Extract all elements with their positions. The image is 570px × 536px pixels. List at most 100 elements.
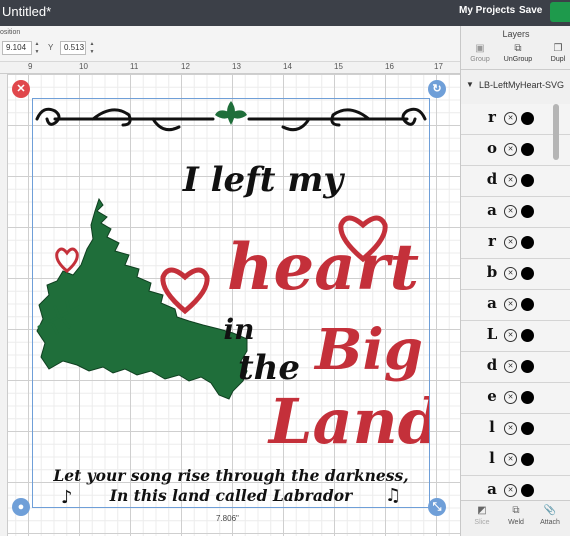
visibility-icon[interactable]: ✕	[504, 112, 517, 125]
visibility-icon[interactable]: ✕	[504, 143, 517, 156]
ruler-tick: 12	[181, 62, 190, 71]
layer-color-swatch[interactable]	[521, 422, 534, 435]
slice-icon: ◩	[477, 505, 487, 516]
slice-button[interactable]: ◩ Slice	[467, 505, 497, 526]
ruler-tick: 9	[28, 62, 33, 71]
left-ruler	[0, 74, 8, 536]
layers-title: Layers	[502, 29, 530, 39]
visibility-icon[interactable]: ✕	[504, 298, 517, 311]
visibility-icon[interactable]: ✕	[504, 360, 517, 373]
layer-color-swatch[interactable]	[521, 360, 534, 373]
layer-color-swatch[interactable]	[521, 236, 534, 249]
x-position-input[interactable]: 9.104	[2, 41, 32, 55]
layers-bottom-toolbar: ◩ Slice ⧉ Weld 📎 Attach	[461, 500, 570, 536]
duplicate-label: Dupl	[550, 56, 566, 63]
layer-color-swatch[interactable]	[521, 298, 534, 311]
ruler-tick: 10	[79, 62, 88, 71]
layer-color-swatch[interactable]	[521, 112, 534, 125]
layer-glyph: l	[489, 418, 495, 436]
collapse-arrow-icon[interactable]: ▼	[466, 80, 474, 89]
layer-glyph: a	[487, 201, 497, 219]
group-icon: ▣	[475, 43, 485, 54]
visibility-icon[interactable]: ✕	[504, 267, 517, 280]
duplicate-button[interactable]: ❐ Dupl	[541, 42, 570, 70]
layer-glyph: d	[486, 170, 498, 188]
rotate-handle-icon[interactable]: ↻	[428, 80, 446, 98]
top-bar: Untitled* My Projects Save	[0, 0, 570, 26]
ruler-tick: 16	[385, 62, 394, 71]
layer-row[interactable]: e ✕	[461, 383, 570, 414]
make-it-button[interactable]	[550, 2, 570, 22]
layer-row[interactable]: r ✕	[461, 228, 570, 259]
layer-group-header[interactable]: ▼ LB-LeftMyHeart-SVG	[461, 78, 570, 96]
group-label: Group	[470, 56, 490, 63]
layer-glyph: b	[486, 263, 498, 281]
layer-color-swatch[interactable]	[521, 205, 534, 218]
visibility-icon[interactable]: ✕	[504, 236, 517, 249]
my-projects-link[interactable]: My Projects	[459, 5, 515, 16]
visibility-icon[interactable]: ✕	[504, 205, 517, 218]
weld-button[interactable]: ⧉ Weld	[501, 505, 531, 526]
ruler-tick: 15	[334, 62, 343, 71]
save-button[interactable]: Save	[519, 5, 542, 16]
group-button[interactable]: ▣ Group	[463, 42, 497, 70]
layer-glyph: a	[487, 480, 497, 498]
x-stepper[interactable]: ▲ ▼	[33, 40, 41, 56]
lock-handle-icon[interactable]: ●	[12, 498, 30, 516]
design-canvas[interactable]: 9 10 11 12 13 14 15 16 17 I left my hear…	[0, 62, 460, 536]
ruler-tick: 13	[232, 62, 241, 71]
layer-row[interactable]: b ✕	[461, 259, 570, 290]
layer-color-swatch[interactable]	[521, 143, 534, 156]
top-ruler: 9 10 11 12 13 14 15 16 17	[0, 62, 460, 74]
layers-scrollbar[interactable]	[553, 104, 559, 160]
slice-label: Slice	[474, 519, 490, 526]
layer-row[interactable]: d ✕	[461, 166, 570, 197]
layer-glyph: e	[487, 387, 497, 405]
visibility-icon[interactable]: ✕	[504, 174, 517, 187]
layer-row[interactable]: a ✕	[461, 197, 570, 228]
delete-handle-icon[interactable]: ✕	[12, 80, 30, 98]
layer-color-swatch[interactable]	[521, 484, 534, 497]
weld-label: Weld	[508, 519, 524, 526]
layer-color-swatch[interactable]	[521, 267, 534, 280]
layer-color-swatch[interactable]	[521, 174, 534, 187]
layer-glyph: o	[486, 139, 497, 157]
layer-row[interactable]: a ✕	[461, 290, 570, 321]
layers-panel: Layers ▣ Group ⧉ UnGroup ❐ Dupl ▼ LB-Lef…	[460, 26, 570, 536]
layer-color-swatch[interactable]	[521, 329, 534, 342]
width-dimension-label: 7.806"	[216, 514, 239, 523]
attach-button[interactable]: 📎 Attach	[535, 505, 565, 526]
ungroup-button[interactable]: ⧉ UnGroup	[501, 42, 535, 70]
layer-row[interactable]: d ✕	[461, 352, 570, 383]
ruler-tick: 17	[434, 62, 443, 71]
visibility-icon[interactable]: ✕	[504, 391, 517, 404]
layer-color-swatch[interactable]	[521, 453, 534, 466]
layer-glyph: r	[488, 108, 496, 126]
visibility-icon[interactable]: ✕	[504, 484, 517, 497]
scale-handle-icon[interactable]: ⤡	[428, 498, 446, 516]
duplicate-icon: ❐	[553, 43, 563, 54]
visibility-icon[interactable]: ✕	[504, 453, 517, 466]
layer-color-swatch[interactable]	[521, 391, 534, 404]
project-title: Untitled*	[2, 4, 52, 19]
y-stepper[interactable]: ▲ ▼	[88, 40, 96, 56]
layer-row[interactable]: l ✕	[461, 414, 570, 445]
ungroup-label: UnGroup	[503, 56, 533, 63]
layer-row[interactable]: l ✕	[461, 445, 570, 476]
y-position-input[interactable]: 0.513	[60, 41, 86, 55]
layer-row[interactable]: L ✕	[461, 321, 570, 352]
layer-glyph: L	[486, 325, 498, 343]
visibility-icon[interactable]: ✕	[504, 422, 517, 435]
attach-icon: 📎	[543, 505, 557, 516]
layer-glyph: r	[488, 232, 496, 250]
attach-label: Attach	[540, 519, 560, 526]
selection-box[interactable]	[32, 98, 430, 508]
position-label: osition	[0, 29, 21, 36]
visibility-icon[interactable]: ✕	[504, 329, 517, 342]
ruler-tick: 14	[283, 62, 292, 71]
ungroup-icon: ⧉	[514, 43, 522, 54]
weld-icon: ⧉	[512, 505, 520, 516]
layers-toolbar: ▣ Group ⧉ UnGroup ❐ Dupl	[461, 42, 570, 70]
layer-glyph: a	[487, 294, 497, 312]
y-label: Y	[48, 43, 54, 52]
